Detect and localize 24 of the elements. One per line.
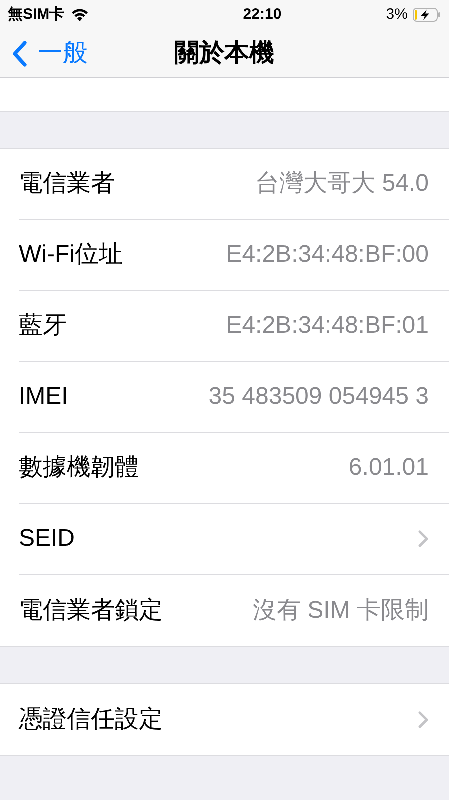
row-value: 6.01.01 [348,453,429,483]
chevron-right-icon [418,530,429,548]
row-label: SEID [19,524,76,554]
chevron-right-icon [418,710,429,728]
row-value: 35 483509 054945 3 [208,382,429,412]
row-label: 數據機韌體 [19,453,139,483]
row-value: 台灣大哥大 54.0 [256,169,429,199]
clock-text: 22:10 [243,4,282,25]
row-label: Wi-Fi位址 [19,240,123,270]
row-value: 沒有 SIM 卡限制 [252,596,429,626]
row-label: 藍牙 [19,311,67,341]
row-value: E4:2B:34:48:BF:01 [226,311,429,341]
row-value: E4:2B:34:48:BF:00 [226,240,429,270]
battery-charging-icon [412,8,441,22]
page-title: 關於本機 [174,38,274,69]
chevron-left-icon [12,40,28,68]
row-label: IMEI [19,382,68,412]
row-label: 憑證信任設定 [19,704,163,734]
carrier-text: 無SIM卡 [8,4,65,25]
back-button[interactable]: 一般 [0,34,88,72]
row-label: 電信業者鎖定 [19,596,163,626]
row-label: 電信業者 [19,169,115,199]
battery-percent: 3% [386,4,408,25]
wifi-icon [70,8,89,22]
